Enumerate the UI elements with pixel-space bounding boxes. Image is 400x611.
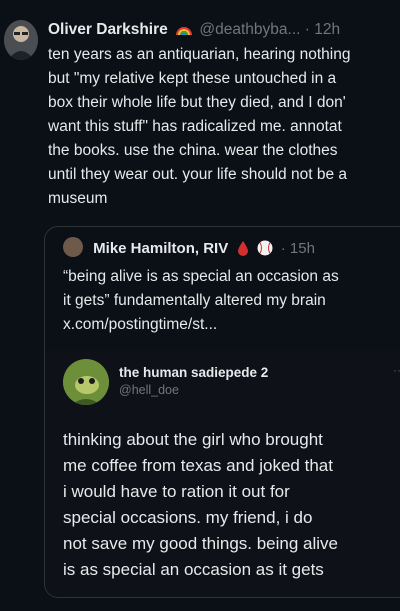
separator-dot: · bbox=[280, 240, 286, 257]
tweet-text-line: the books. use the china. wear the cloth… bbox=[48, 142, 338, 159]
screenshot-author-avatar bbox=[63, 359, 109, 405]
tweet-text: ten years as an antiquarian, hearing not… bbox=[48, 43, 400, 211]
tweet-time[interactable]: 12h bbox=[314, 21, 340, 38]
author-avatar[interactable] bbox=[4, 20, 38, 60]
quote-author-avatar[interactable] bbox=[63, 237, 83, 257]
baseball-icon bbox=[257, 240, 273, 262]
quote-author-name[interactable]: Mike Hamilton, RIV bbox=[93, 240, 228, 257]
quote-time[interactable]: 15h bbox=[290, 240, 315, 257]
quote-text: “being alive is as special an occasion a… bbox=[63, 265, 400, 337]
tweet-text-line: museum bbox=[48, 190, 108, 207]
quote-author-line: Mike Hamilton, RIV · 15h bbox=[63, 237, 315, 262]
rainbow-icon bbox=[176, 22, 193, 42]
screenshot-author-name: the human sadiepede 2 bbox=[119, 365, 269, 380]
screenshot-text-line: not save my good things. being alive bbox=[63, 534, 339, 553]
tweet-text-line: want this stuff" has radicalized me. ann… bbox=[48, 118, 342, 135]
screenshot-text: thinking about the girl who brought me c… bbox=[63, 427, 400, 583]
embedded-screenshot[interactable]: the human sadiepede 2 @hell_doe ··· thin… bbox=[45, 351, 400, 597]
tweet[interactable]: Oliver Darkshire @deathbyba... · 12h · t… bbox=[0, 0, 400, 611]
quoted-tweet[interactable]: Mike Hamilton, RIV · 15h “being alive is… bbox=[44, 226, 400, 598]
screenshot-text-line: me coffee from texas and joked that bbox=[63, 456, 333, 475]
screenshot-text-line: i would have to ration it out for bbox=[63, 482, 290, 501]
quote-text-line: it gets” fundamentally altered my brain bbox=[63, 292, 326, 309]
separator-dot: · bbox=[304, 21, 310, 38]
tweet-text-line: but "my relative kept these untouched in… bbox=[48, 70, 337, 87]
author-line: Oliver Darkshire @deathbyba... · 12h bbox=[48, 20, 400, 42]
author-name[interactable]: Oliver Darkshire bbox=[48, 21, 168, 38]
screenshot-text-line: thinking about the girl who brought bbox=[63, 430, 323, 449]
screenshot-text-line: is as special an occasion as it gets bbox=[63, 560, 324, 579]
tweet-text-line: box their whole life but they died, and … bbox=[48, 94, 346, 111]
screenshot-author-handle: @hell_doe bbox=[119, 383, 179, 397]
tweet-text-line: until they wear out. your life should no… bbox=[48, 166, 347, 183]
quote-text-line: “being alive is as special an occasion a… bbox=[63, 268, 339, 285]
screenshot-text-line: special occasions. my friend, i do bbox=[63, 508, 313, 527]
tweet-text-line: ten years as an antiquarian, hearing not… bbox=[48, 46, 351, 63]
screenshot-more-icon: ··· bbox=[393, 363, 400, 377]
quote-link[interactable]: x.com/postingtime/st... bbox=[63, 313, 400, 337]
blood-drop-icon bbox=[238, 241, 249, 262]
author-handle[interactable]: @deathbyba... bbox=[199, 21, 300, 38]
